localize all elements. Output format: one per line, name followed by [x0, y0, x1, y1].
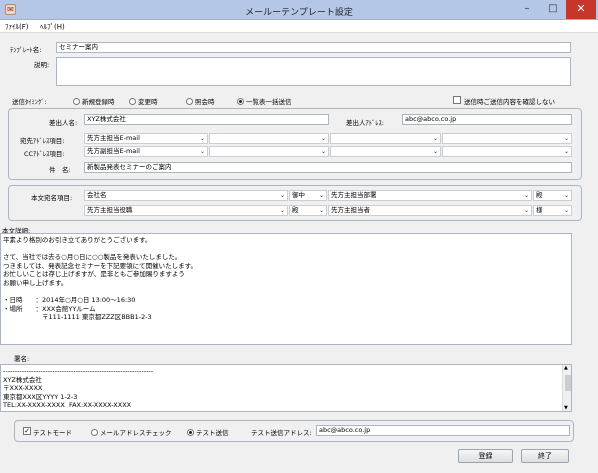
- title-bar[interactable]: ✉ メールーテンプレート設定 – □ ✕: [0, 0, 598, 20]
- addressee-suffix-2-select[interactable]: 様 ⌄: [533, 205, 572, 216]
- signature-textarea[interactable]: ----------------------------------------…: [0, 364, 572, 412]
- cc-field-select-2[interactable]: ⌄: [209, 146, 329, 157]
- sender-name-label: 差出人名:: [49, 119, 78, 127]
- radio-icon: [73, 98, 80, 105]
- chevron-down-icon: ⌄: [523, 192, 529, 199]
- window-title: メールーテンプレート設定: [245, 8, 353, 18]
- template-name-label: ﾃﾝﾌﾟﾚｰﾄ名:: [10, 46, 42, 54]
- chevron-down-icon: ⌄: [563, 135, 569, 142]
- timing-radio-inquiry[interactable]: 照会時: [186, 96, 215, 106]
- close-button[interactable]: ✕: [566, 0, 596, 19]
- sender-address-input[interactable]: abc@abco.co.jp: [402, 114, 572, 125]
- confirm-label: 送信時ご送信内容を確認しない: [464, 98, 555, 106]
- radio-icon: [91, 429, 98, 436]
- addressee-field-2-select[interactable]: 先方主担当部署 ⌄: [328, 190, 532, 201]
- chevron-down-icon: ⌄: [432, 135, 438, 142]
- exit-button[interactable]: 終了: [521, 449, 569, 463]
- to-field-select-4[interactable]: ⌄: [442, 133, 572, 144]
- body-textarea[interactable]: 平素より格別のお引き立てありがとうございます。​さて、当社では去る○月○日に○○…: [0, 233, 572, 345]
- chevron-down-icon: ⌄: [563, 148, 569, 155]
- test-address-input[interactable]: abc@abco.co.jp: [316, 425, 570, 436]
- to-field-select-2[interactable]: ⌄: [209, 133, 329, 144]
- chevron-down-icon: ⌄: [318, 192, 324, 199]
- description-input[interactable]: [56, 57, 571, 86]
- timing-radio-change[interactable]: 変更時: [129, 96, 158, 106]
- timing-radio-bulk[interactable]: 一覧表一括送信: [237, 96, 292, 106]
- chevron-down-icon: ⌄: [563, 207, 569, 214]
- sender-name-input[interactable]: XYZ株式会社: [84, 114, 329, 125]
- test-radio-address-check[interactable]: メールアドレスチェック: [91, 427, 172, 437]
- menu-file[interactable]: ﾌｧｲﾙ(F): [5, 22, 29, 32]
- chevron-down-icon: ⌄: [432, 148, 438, 155]
- radio-icon: [186, 98, 193, 105]
- register-button[interactable]: 登録: [458, 449, 513, 463]
- sender-address-label: 差出人ｱﾄﾞﾚｽ:: [346, 119, 384, 127]
- menu-bar: ﾌｧｲﾙ(F) ﾍﾙﾌﾟ(H): [0, 20, 598, 33]
- addressee-suffix-1-select[interactable]: 殿 ⌄: [533, 190, 572, 201]
- addressee-field-1-select[interactable]: 会社名 ⌄: [84, 190, 288, 201]
- cc-field-select-1[interactable]: 先方副担当E-mail ⌄: [84, 146, 208, 157]
- subject-label: 件 名:: [49, 166, 71, 174]
- maximize-button[interactable]: □: [540, 0, 566, 19]
- template-name-input[interactable]: セミナー案内: [56, 42, 571, 53]
- timing-radio-new[interactable]: 新規登録時: [73, 96, 115, 106]
- chevron-down-icon: ⌄: [199, 135, 205, 142]
- description-label: 説明:: [34, 61, 50, 69]
- addressee-honorific-1-select[interactable]: 御中 ⌄: [289, 190, 327, 201]
- cc-address-label: CCｱﾄﾞﾚｽ項目:: [24, 150, 65, 158]
- chevron-down-icon: ⌄: [523, 207, 529, 214]
- send-timing-label: 送信ﾀｲﾐﾝｸﾞ:: [12, 98, 47, 106]
- signature-scrollbar[interactable]: ▲ ▼: [562, 365, 571, 411]
- chevron-down-icon: ⌄: [279, 207, 285, 214]
- scroll-up-icon[interactable]: ▲: [564, 365, 568, 371]
- addressee-honorific-2-select[interactable]: 殿 ⌄: [289, 205, 327, 216]
- cc-field-select-4[interactable]: ⌄: [442, 146, 572, 157]
- test-address-label: テスト送信アドレス:: [251, 429, 312, 437]
- confirm-checkbox[interactable]: [453, 96, 461, 104]
- chevron-down-icon: ⌄: [320, 135, 326, 142]
- radio-icon: [129, 98, 136, 105]
- radio-selected-icon: [187, 429, 194, 436]
- addressee-label: 本文宛名項目:: [31, 194, 73, 202]
- signature-label: 署名:: [14, 355, 30, 363]
- radio-selected-icon: [237, 98, 244, 105]
- scroll-down-icon[interactable]: ▼: [564, 405, 568, 411]
- to-address-label: 宛先ｱﾄﾞﾚｽ項目:: [20, 137, 65, 145]
- cc-field-select-3[interactable]: ⌄: [330, 146, 441, 157]
- test-mode-checkbox[interactable]: ✓: [23, 427, 31, 435]
- subject-input[interactable]: 新製品発表セミナーのご案内: [84, 162, 572, 173]
- addressee-field-4-select[interactable]: 先方主担当者 ⌄: [328, 205, 532, 216]
- chevron-down-icon: ⌄: [320, 148, 326, 155]
- chevron-down-icon: ⌄: [279, 192, 285, 199]
- addressee-field-3-select[interactable]: 先方主担当役職 ⌄: [84, 205, 288, 216]
- chevron-down-icon: ⌄: [563, 192, 569, 199]
- to-field-select-3[interactable]: ⌄: [330, 133, 441, 144]
- test-mode-label: テストモード: [33, 429, 72, 437]
- to-field-select-1[interactable]: 先方主担当E-mail ⌄: [84, 133, 208, 144]
- scrollbar-thumb[interactable]: [565, 375, 571, 391]
- menu-help[interactable]: ﾍﾙﾌﾟ(H): [40, 22, 65, 32]
- chevron-down-icon: ⌄: [199, 148, 205, 155]
- test-radio-test-send[interactable]: テスト送信: [187, 427, 229, 437]
- minimize-button[interactable]: –: [514, 0, 540, 19]
- chevron-down-icon: ⌄: [318, 207, 324, 214]
